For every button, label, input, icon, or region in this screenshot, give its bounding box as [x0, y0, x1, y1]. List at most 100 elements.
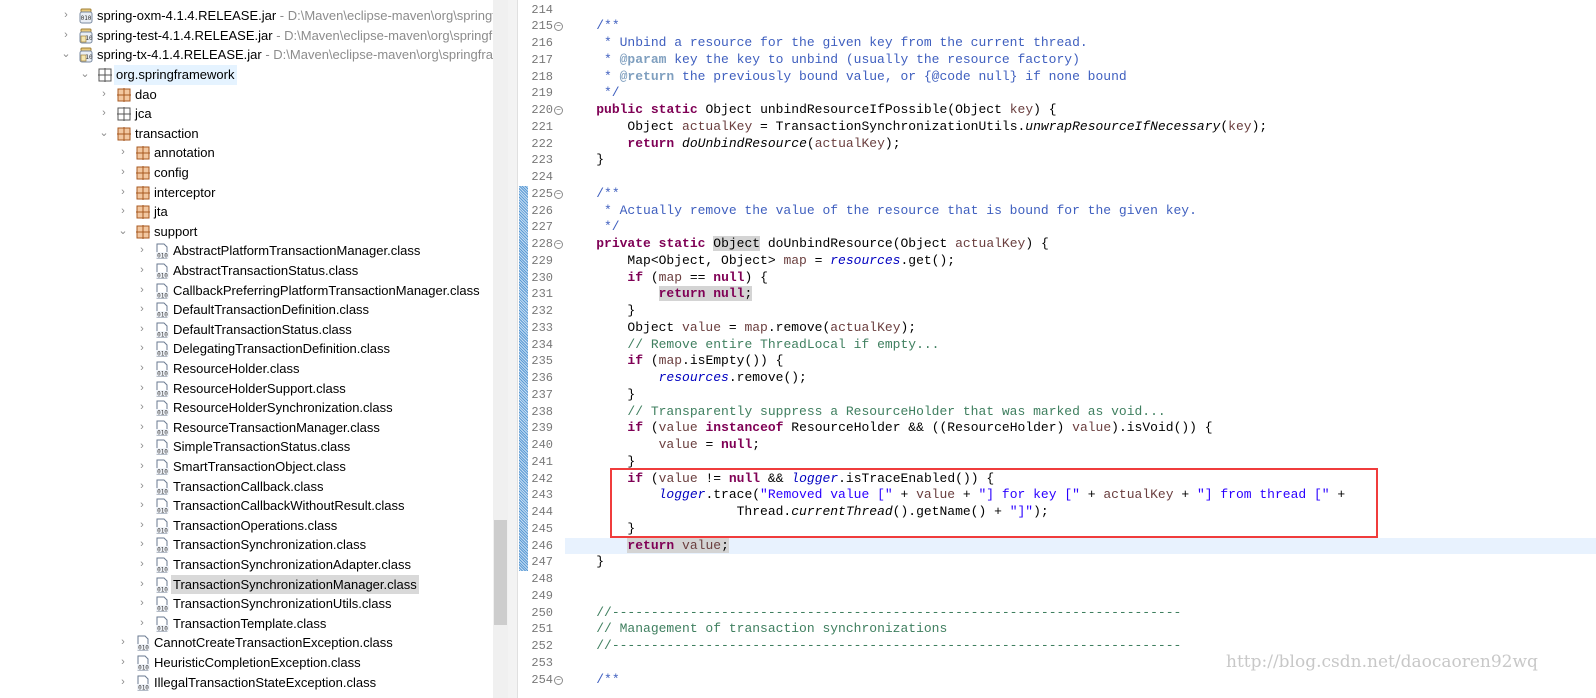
chevron-right-icon[interactable]: › [137, 594, 147, 614]
tree-item[interactable]: › 010 spring-oxm-4.1.4.RELEASE.jar - D:\Ma… [0, 6, 493, 26]
chevron-right-icon[interactable]: › [137, 261, 147, 281]
tree-item[interactable]: › 10 spring-test-4.1.4.RELEASE.jar - D:\Ma… [0, 26, 493, 46]
chevron-right-icon[interactable]: › [137, 477, 147, 497]
chevron-right-icon[interactable]: › [99, 104, 109, 124]
tree-item[interactable]: › 010 IllegalTransactionStateException.cla… [0, 673, 493, 693]
tree-item[interactable]: › 010 AbstractTransactionStatus.class [0, 261, 493, 281]
chevron-right-icon[interactable]: › [137, 535, 147, 555]
code-line[interactable]: return doUnbindResource(actualKey); [565, 136, 1596, 153]
code-editor[interactable]: 214 215− /** 216 * Unbind a resource for t… [518, 0, 1596, 698]
chevron-right-icon[interactable]: › [118, 143, 128, 163]
tree-item[interactable]: › 010 CallbackPreferringPlatformTransactio… [0, 281, 493, 301]
tree-item[interactable]: › interceptor [0, 183, 493, 203]
chevron-right-icon[interactable]: › [61, 6, 71, 26]
tree-item[interactable]: › 010 ResourceHolderSynchronization.class [0, 398, 493, 418]
tree-item[interactable]: › 010 CannotCreateTransactionException.cla… [0, 633, 493, 653]
fold-collapse-icon[interactable]: − [554, 675, 563, 685]
chevron-right-icon[interactable]: › [137, 614, 147, 634]
code-line[interactable]: resources.remove(); [565, 370, 1596, 387]
code-line[interactable] [565, 2, 1596, 19]
chevron-right-icon[interactable]: › [137, 300, 147, 320]
code-line[interactable]: if (value instanceof ResourceHolder && (… [565, 420, 1596, 437]
code-line[interactable]: //--------------------------------------… [565, 605, 1596, 622]
tree-item[interactable]: › 010 DefaultTransactionStatus.class [0, 320, 493, 340]
tree-scrollbar-thumb[interactable] [494, 520, 507, 625]
tree-item[interactable]: › 010 ResourceTransactionManager.class [0, 418, 493, 438]
code-line[interactable]: if (map.isEmpty()) { [565, 353, 1596, 370]
fold-collapse-icon[interactable]: − [554, 106, 563, 116]
chevron-right-icon[interactable]: › [137, 281, 147, 301]
code-line[interactable]: // Remove entire ThreadLocal if empty... [565, 337, 1596, 354]
chevron-right-icon[interactable]: › [137, 320, 147, 340]
tree-item[interactable]: › 010 HeuristicCompletionException.class [0, 653, 493, 673]
code-line[interactable]: } [565, 387, 1596, 404]
code-line[interactable] [565, 588, 1596, 605]
code-line[interactable] [565, 571, 1596, 588]
tree-item[interactable]: › 010 TransactionCallback.class [0, 477, 493, 497]
tree-item[interactable]: › config [0, 163, 493, 183]
code-line[interactable]: * Actually remove the value of the resou… [565, 203, 1596, 220]
tree-item[interactable]: › dao [0, 85, 493, 105]
chevron-right-icon[interactable]: › [99, 85, 109, 105]
code-line[interactable]: } [565, 554, 1596, 571]
tree-item[interactable]: › 010 DelegatingTransactionDefinition.clas… [0, 339, 493, 359]
tree-item[interactable]: › 010 SmartTransactionObject.class [0, 457, 493, 477]
tree-item[interactable]: › 010 ResourceHolderSupport.class [0, 379, 493, 399]
code-line[interactable]: Object actualKey = TransactionSynchroniz… [565, 119, 1596, 136]
tree-item[interactable]: › 010 TransactionSynchronizationManager.cl… [0, 574, 493, 595]
chevron-right-icon[interactable]: › [61, 26, 71, 46]
code-line[interactable]: * @param key the key to unbind (usually … [565, 52, 1596, 69]
fold-collapse-icon[interactable]: − [554, 22, 563, 32]
chevron-right-icon[interactable]: › [137, 555, 147, 575]
chevron-right-icon[interactable]: › [137, 359, 147, 379]
code-line[interactable]: /** [565, 186, 1596, 203]
chevron-right-icon[interactable]: › [137, 437, 147, 457]
chevron-right-icon[interactable]: › [118, 673, 128, 693]
tree-item[interactable]: ⌄ transaction [0, 124, 493, 144]
code-line[interactable]: if (map == null) { [565, 270, 1596, 287]
tree-item[interactable]: ⌄ org.springframework [0, 65, 493, 85]
chevron-down-icon[interactable]: ⌄ [99, 124, 109, 144]
tree-item[interactable]: › 010 AbstractPlatformTransactionManager.c… [0, 241, 493, 261]
tree-item[interactable]: › jta [0, 202, 493, 222]
chevron-right-icon[interactable]: › [118, 653, 128, 673]
chevron-right-icon[interactable]: › [137, 241, 147, 261]
code-line[interactable]: * Unbind a resource for the given key fr… [565, 35, 1596, 52]
fold-collapse-icon[interactable]: − [554, 240, 563, 250]
code-line[interactable]: Map<Object, Object> map = resources.get(… [565, 253, 1596, 270]
code-line[interactable]: /** [565, 672, 1596, 689]
chevron-right-icon[interactable]: › [137, 418, 147, 438]
code-line[interactable]: Object value = map.remove(actualKey); [565, 320, 1596, 337]
fold-collapse-icon[interactable]: − [554, 189, 563, 199]
tree-item[interactable]: › 010 TransactionSynchronization.class [0, 535, 493, 555]
chevron-right-icon[interactable]: › [137, 398, 147, 418]
code-line[interactable]: */ [565, 219, 1596, 236]
chevron-right-icon[interactable]: › [137, 516, 147, 536]
code-line[interactable]: value = null; [565, 437, 1596, 454]
chevron-right-icon[interactable]: › [137, 379, 147, 399]
code-line[interactable]: /** [565, 18, 1596, 35]
chevron-right-icon[interactable]: › [137, 457, 147, 477]
chevron-down-icon[interactable]: ⌄ [118, 222, 128, 242]
chevron-right-icon[interactable]: › [118, 202, 128, 222]
chevron-down-icon[interactable]: ⌄ [61, 45, 71, 65]
chevron-right-icon[interactable]: › [137, 339, 147, 359]
code-line[interactable]: } [565, 152, 1596, 169]
chevron-right-icon[interactable]: › [118, 633, 128, 653]
tree-item[interactable]: ⌄ support [0, 222, 493, 242]
tree-item[interactable]: ⌄ 10 spring-tx-4.1.4.RELEASE.jar - D:\Mave… [0, 45, 493, 65]
tree-item[interactable]: › 010 TransactionCallbackWithoutResult.cla… [0, 496, 493, 516]
tree-item[interactable]: › 010 TransactionSynchronizationAdapter.cl… [0, 555, 493, 575]
tree-item[interactable]: › jca [0, 104, 493, 124]
tree-item[interactable]: › annotation [0, 143, 493, 163]
tree-item[interactable]: › 010 SimpleTransactionStatus.class [0, 437, 493, 457]
tree-item[interactable]: › 010 TransactionOperations.class [0, 516, 493, 536]
chevron-right-icon[interactable]: › [118, 183, 128, 203]
chevron-right-icon[interactable]: › [137, 575, 147, 595]
code-line[interactable]: // Management of transaction synchroniza… [565, 621, 1596, 638]
tree-item[interactable]: › 010 TransactionSynchronizationUtils.clas… [0, 594, 493, 614]
code-line[interactable]: } [565, 303, 1596, 320]
code-line[interactable]: * @return the previously bound value, or… [565, 69, 1596, 86]
chevron-down-icon[interactable]: ⌄ [80, 65, 90, 85]
code-line[interactable]: return null; [565, 286, 1596, 303]
